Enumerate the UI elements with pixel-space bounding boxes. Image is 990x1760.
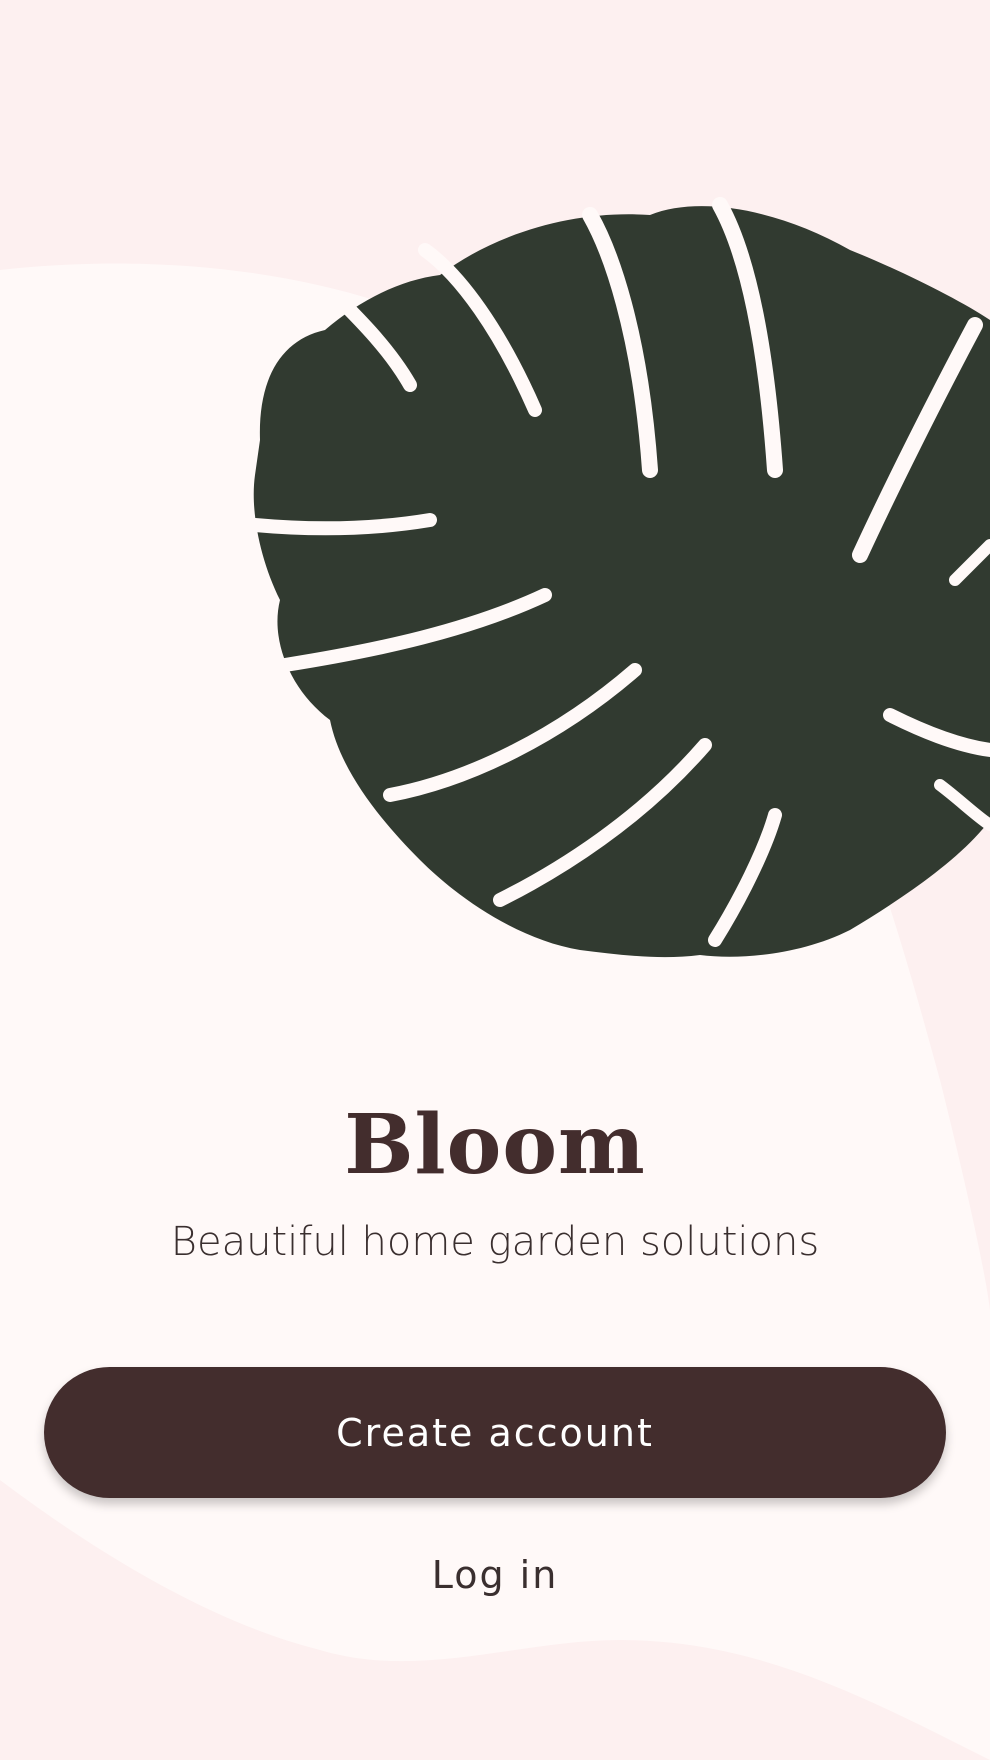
create-account-button[interactable]: Create account — [44, 1367, 946, 1498]
create-account-label: Create account — [336, 1410, 654, 1455]
log-in-link[interactable]: Log in — [395, 1545, 595, 1605]
app-tagline: Beautiful home garden solutions — [170, 1219, 820, 1265]
welcome-screen: Bloom Beautiful home garden solutions Cr… — [0, 0, 990, 1760]
app-title: Bloom — [344, 1097, 646, 1193]
